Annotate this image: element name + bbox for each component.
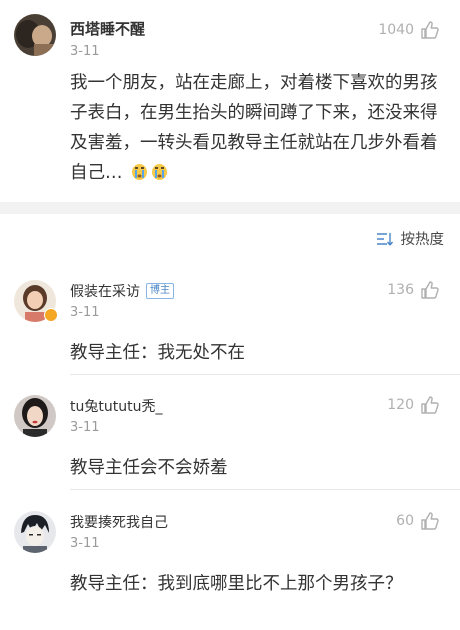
comment-like-count: 60: [396, 513, 414, 529]
post-like-button[interactable]: 1040: [378, 20, 440, 40]
post-content: 我一个朋友，站在走廊上，对着楼下喜欢的男孩子表白，在男生抬头的瞬间蹲了下来，还没…: [70, 68, 448, 188]
thumbs-up-icon: [421, 21, 439, 39]
comment-date: 3-11: [70, 305, 100, 320]
comment-date: 3-11: [70, 420, 100, 435]
thumbs-up-icon: [421, 396, 439, 414]
post-text: 我一个朋友，站在走廊上，对着楼下喜欢的男孩子表白，在男生抬头的瞬间蹲了下来，还没…: [70, 73, 438, 183]
comment-author-row: 我要揍死我自己: [70, 512, 168, 532]
comment-author-name[interactable]: tu兔tututu秃_: [70, 396, 162, 416]
comment-author-row: tu兔tututu秃_: [70, 396, 162, 416]
crying-emoji-icon: [132, 164, 148, 180]
post-author-avatar[interactable]: [14, 14, 56, 56]
comment-date: 3-11: [70, 536, 100, 551]
comment-text: 教导主任：我到底哪里比不上那个男孩子？: [70, 574, 403, 594]
post-date: 3-11: [70, 44, 100, 59]
sort-toggle[interactable]: 按热度: [375, 228, 445, 249]
comment-like-button[interactable]: 136: [387, 280, 440, 300]
post-like-count: 1040: [378, 22, 414, 38]
post-author-name[interactable]: 西塔睡不醒: [70, 18, 145, 39]
section-divider: [0, 202, 460, 214]
sort-icon: [376, 232, 393, 245]
comment-author-name[interactable]: 假装在采访: [70, 281, 140, 301]
weibo-comment-page: 西塔睡不醒 3-11 1040 我一个朋友，站在走廊上，对着楼下喜欢的男孩子表白…: [0, 0, 460, 630]
main-post: 西塔睡不醒 3-11 1040 我一个朋友，站在走廊上，对着楼下喜欢的男孩子表白…: [0, 0, 460, 200]
verified-badge-icon: [44, 308, 58, 322]
author-badge: 博主: [146, 283, 174, 299]
comment-text: 教导主任会不会娇羞: [70, 458, 228, 478]
thumbs-up-icon: [421, 281, 439, 299]
comment-separator: [70, 374, 460, 375]
sort-label: 按热度: [400, 232, 445, 248]
comment-avatar[interactable]: [14, 395, 56, 437]
crying-emoji-icon: [152, 164, 168, 180]
comment-avatar[interactable]: [14, 511, 56, 553]
comment-text: 教导主任：我无处不在: [70, 343, 245, 363]
comment-like-count: 136: [387, 282, 414, 298]
comment-author-name[interactable]: 我要揍死我自己: [70, 512, 168, 532]
comment-like-button[interactable]: 120: [387, 395, 440, 415]
comment-separator: [70, 489, 460, 490]
comment-author-row: 假装在采访 博主: [70, 281, 174, 301]
thumbs-up-icon: [421, 512, 439, 530]
comment-like-button[interactable]: 60: [396, 511, 440, 531]
comment-like-count: 120: [387, 397, 414, 413]
